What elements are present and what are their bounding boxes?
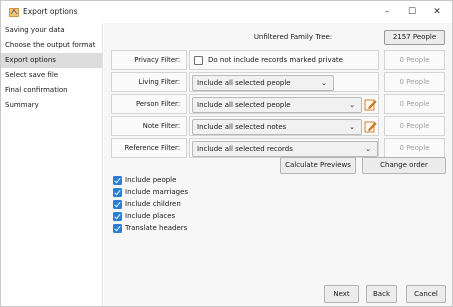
living-filter-value: Include all selected people (197, 79, 291, 87)
reference-filter-count: 0 People (384, 138, 445, 158)
reference-filter-control: Include all selected records ⌄ (189, 138, 379, 158)
reference-filter-label: Reference Filter: (111, 138, 187, 158)
export-options-window: Export options – ☐ ✕ Saving your data Ch… (0, 0, 453, 307)
sidebar-item-export-options: Export options (1, 53, 102, 68)
close-button[interactable]: ✕ (426, 4, 448, 20)
private-records-checkbox[interactable] (194, 56, 203, 65)
private-records-checkbox-label: Do not include records marked private (208, 56, 343, 64)
minimize-button[interactable]: – (376, 4, 398, 20)
chevron-down-icon: ⌄ (365, 145, 371, 153)
translate-headers-checkbox[interactable] (113, 224, 122, 233)
reference-filter-dropdown[interactable]: Include all selected records ⌄ (192, 141, 378, 157)
unfiltered-tree-label: Unfiltered Family Tree: (253, 33, 333, 41)
living-filter-label: Living Filter: (111, 72, 187, 92)
chevron-down-icon: ⌄ (349, 101, 355, 109)
back-button[interactable]: Back (366, 285, 397, 303)
include-places-checkbox[interactable] (113, 212, 122, 221)
include-marriages-label: Include marriages (125, 188, 189, 196)
edit-note-filter-icon[interactable] (364, 120, 377, 133)
sidebar-item-choose-output-format: Choose the output format (5, 41, 96, 49)
note-filter-label: Note Filter: (111, 116, 187, 136)
total-people-button[interactable]: 2157 People (384, 30, 445, 45)
living-filter-count: 0 People (384, 72, 445, 92)
cancel-button[interactable]: Cancel (406, 285, 446, 303)
person-filter-count: 0 People (384, 94, 445, 114)
assistant-steps-sidebar: Saving your data Choose the output forma… (1, 23, 103, 306)
living-filter-control: Include all selected people ⌄ (189, 72, 379, 92)
maximize-button[interactable]: ☐ (401, 4, 423, 20)
chevron-down-icon: ⌄ (349, 123, 355, 131)
living-filter-dropdown[interactable]: Include all selected people ⌄ (192, 75, 334, 91)
note-filter-control: Include all selected notes ⌄ (189, 116, 379, 136)
include-marriages-checkbox[interactable] (113, 188, 122, 197)
next-button[interactable]: Next (324, 285, 359, 303)
person-filter-dropdown[interactable]: Include all selected people ⌄ (192, 97, 362, 113)
app-icon (9, 8, 19, 17)
note-filter-dropdown[interactable]: Include all selected notes ⌄ (192, 119, 362, 135)
sidebar-item-select-save-file: Select save file (5, 71, 59, 79)
person-filter-control: Include all selected people ⌄ (189, 94, 379, 114)
person-filter-label: Person Filter: (111, 94, 187, 114)
window-title: Export options (23, 7, 78, 16)
privacy-filter-control: Do not include records marked private (189, 50, 379, 70)
edit-person-filter-icon[interactable] (364, 98, 377, 111)
privacy-filter-row: Privacy Filter: Do not include records m… (111, 50, 447, 70)
sidebar-item-summary: Summary (5, 101, 39, 109)
person-filter-value: Include all selected people (197, 101, 291, 109)
note-filter-value: Include all selected notes (197, 123, 287, 131)
privacy-filter-label: Privacy Filter: (111, 50, 187, 70)
translate-headers-label: Translate headers (125, 224, 188, 232)
reference-filter-value: Include all selected records (197, 145, 293, 153)
export-options-panel: Unfiltered Family Tree: 2157 People Priv… (104, 23, 452, 306)
include-people-label: Include people (125, 176, 177, 184)
living-filter-row: Living Filter: Include all selected peop… (111, 72, 447, 92)
title-bar: Export options – ☐ ✕ (1, 1, 452, 23)
change-order-button[interactable]: Change order (362, 157, 446, 174)
person-filter-row: Person Filter: Include all selected peop… (111, 94, 447, 114)
sidebar-item-saving-your-data: Saving your data (5, 26, 65, 34)
include-people-checkbox[interactable] (113, 176, 122, 185)
chevron-down-icon: ⌄ (321, 79, 327, 87)
calculate-previews-button[interactable]: Calculate Previews (280, 157, 356, 174)
note-filter-count: 0 People (384, 116, 445, 136)
note-filter-row: Note Filter: Include all selected notes … (111, 116, 447, 136)
include-children-label: Include children (125, 200, 181, 208)
reference-filter-row: Reference Filter: Include all selected r… (111, 138, 447, 158)
include-children-checkbox[interactable] (113, 200, 122, 209)
privacy-filter-count: 0 People (384, 50, 445, 70)
include-places-label: Include places (125, 212, 176, 220)
sidebar-item-final-confirmation: Final confirmation (5, 86, 68, 94)
